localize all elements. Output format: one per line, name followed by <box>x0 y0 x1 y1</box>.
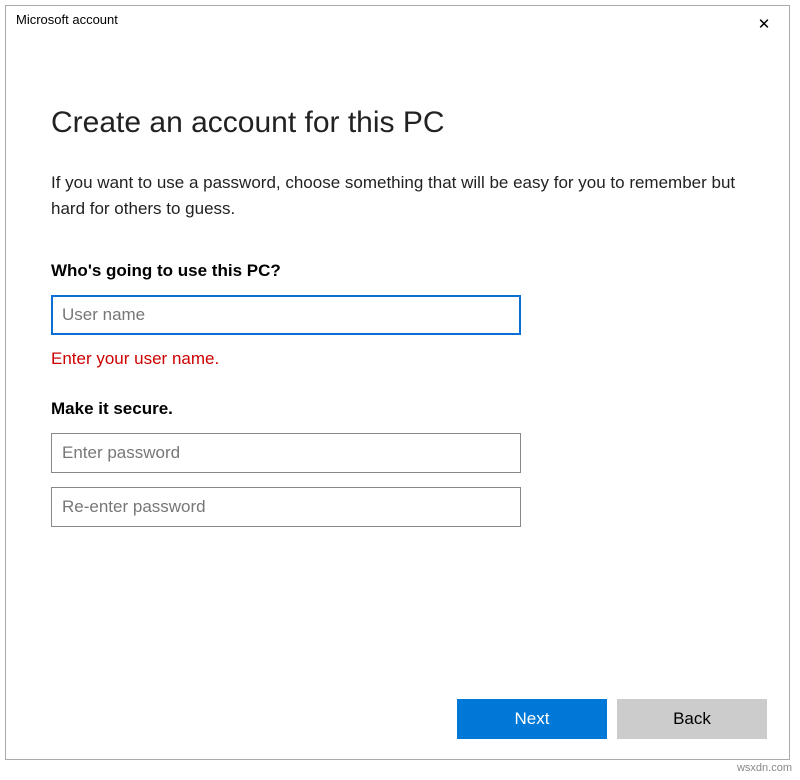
back-button[interactable]: Back <box>617 699 767 739</box>
password-input[interactable] <box>51 433 521 473</box>
next-button[interactable]: Next <box>457 699 607 739</box>
watermark-text: wsxdn.com <box>737 762 792 774</box>
page-subtext: If you want to use a password, choose so… <box>51 170 744 221</box>
footer-buttons: Next Back <box>457 699 767 739</box>
username-error: Enter your user name. <box>51 349 744 369</box>
close-icon[interactable]: ✕ <box>749 12 779 36</box>
username-input[interactable] <box>51 295 521 335</box>
secure-section-label: Make it secure. <box>51 399 744 419</box>
window-title: Microsoft account <box>16 12 118 27</box>
content-area: Create an account for this PC If you wan… <box>6 36 789 759</box>
username-section-label: Who's going to use this PC? <box>51 261 744 281</box>
title-bar: Microsoft account ✕ <box>6 6 789 36</box>
dialog-window: Microsoft account ✕ Create an account fo… <box>5 5 790 760</box>
page-title: Create an account for this PC <box>51 106 744 140</box>
confirm-password-input[interactable] <box>51 487 521 527</box>
